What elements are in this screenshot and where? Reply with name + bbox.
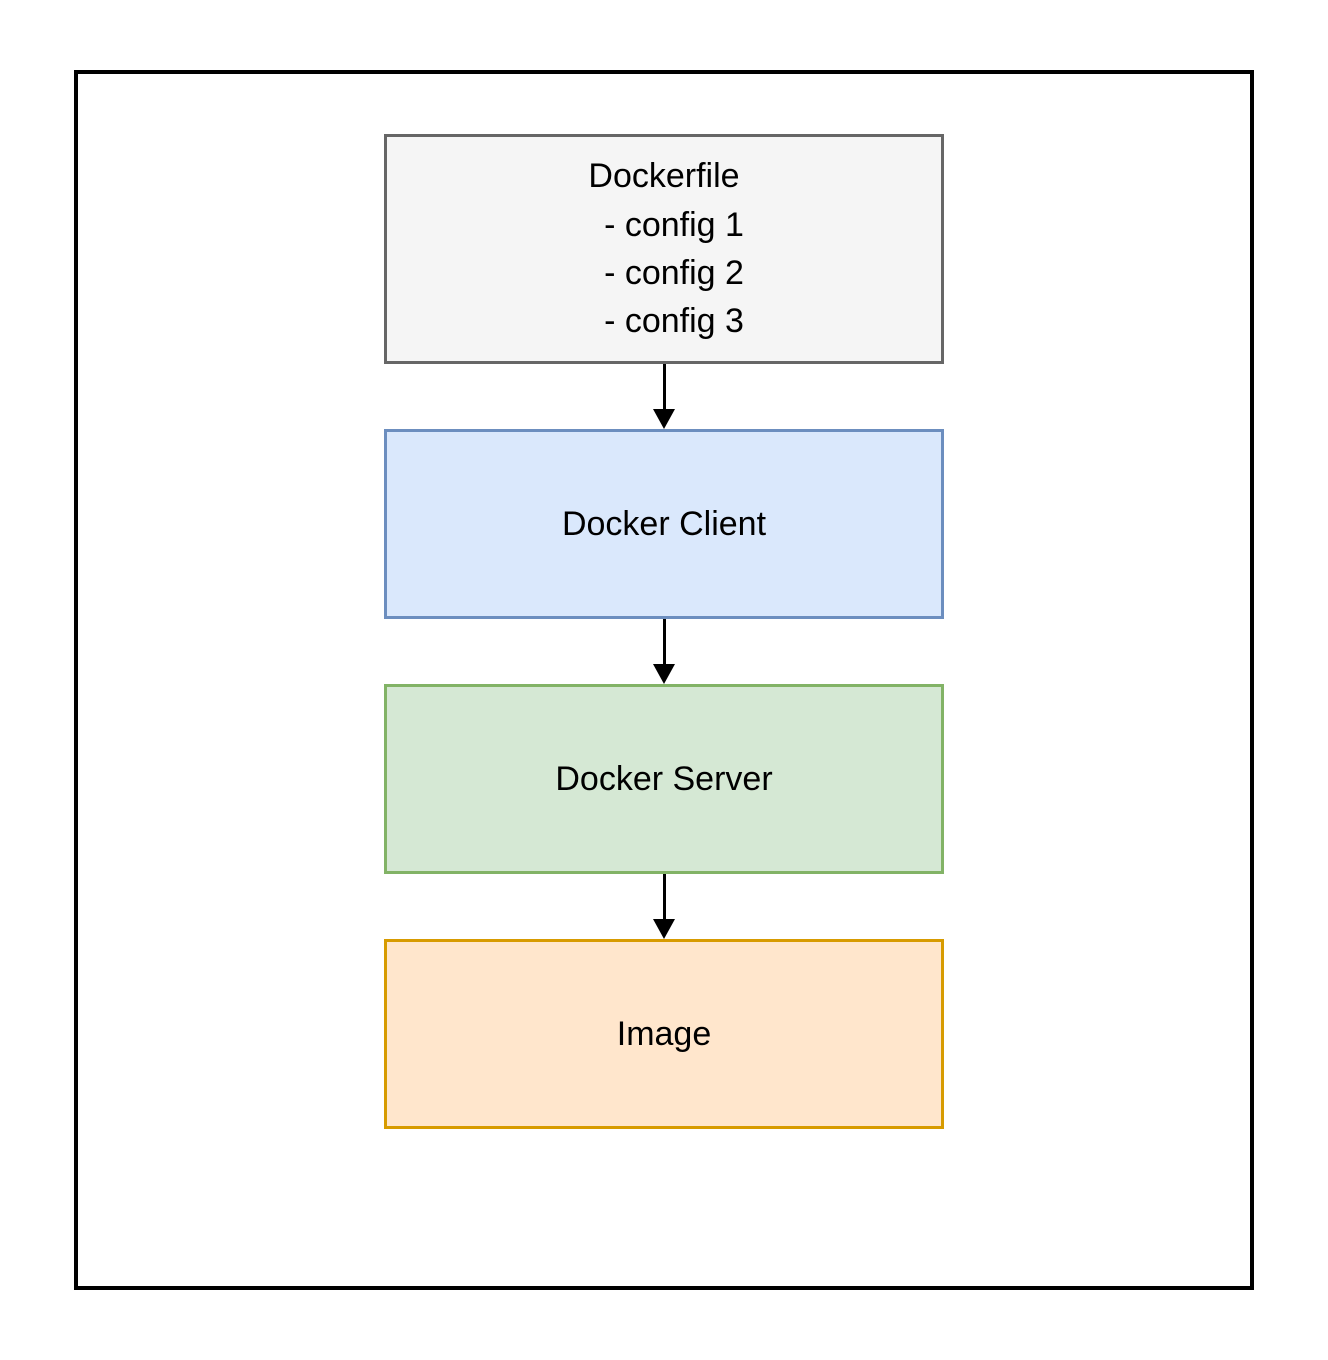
arrow-head-icon <box>653 664 675 684</box>
arrow-head-icon <box>653 919 675 939</box>
diagram-frame: Dockerfile - config 1 - config 2 - confi… <box>74 70 1254 1290</box>
arrow-line-icon <box>663 364 666 409</box>
dockerfile-config-3: - config 3 <box>584 298 744 346</box>
dockerfile-content: Dockerfile - config 1 - config 2 - confi… <box>584 153 744 345</box>
docker-server-box: Docker Server <box>384 684 944 874</box>
dockerfile-title: Dockerfile <box>588 153 739 201</box>
docker-client-label: Docker Client <box>562 505 766 544</box>
arrow-client-to-server <box>653 619 675 684</box>
dockerfile-box: Dockerfile - config 1 - config 2 - confi… <box>384 134 944 364</box>
docker-server-label: Docker Server <box>555 760 772 799</box>
image-box: Image <box>384 939 944 1129</box>
dockerfile-config-1: - config 1 <box>584 202 744 250</box>
arrow-dockerfile-to-client <box>653 364 675 429</box>
arrow-line-icon <box>663 874 666 919</box>
docker-client-box: Docker Client <box>384 429 944 619</box>
arrow-server-to-image <box>653 874 675 939</box>
arrow-line-icon <box>663 619 666 664</box>
diagram-container: Dockerfile - config 1 - config 2 - confi… <box>384 134 944 1129</box>
dockerfile-config-2: - config 2 <box>584 250 744 298</box>
image-label: Image <box>617 1015 712 1054</box>
arrow-head-icon <box>653 409 675 429</box>
